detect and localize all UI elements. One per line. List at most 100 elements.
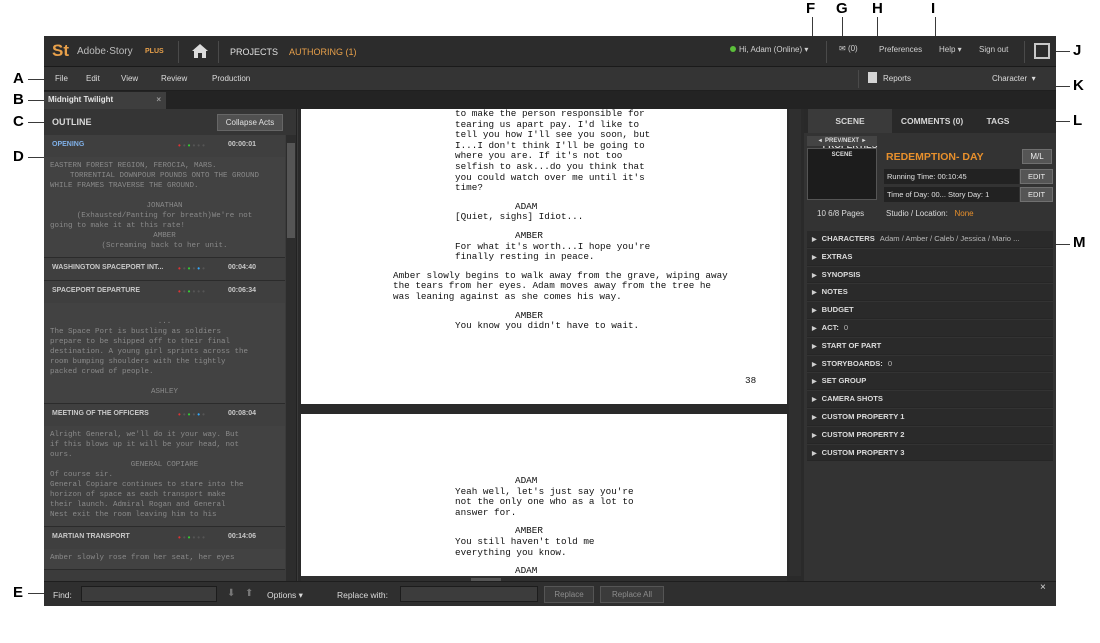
menu-view[interactable]: View — [121, 74, 138, 83]
expand-triangle-icon[interactable]: ▶ — [812, 379, 817, 385]
status-dot-icon: • — [202, 410, 207, 419]
element-type-dropdown[interactable]: Character ▾ — [992, 74, 1036, 83]
user-menu[interactable]: Hi, Adam (Online) ▾ — [730, 45, 808, 54]
close-icon[interactable]: × — [1040, 582, 1046, 593]
close-icon[interactable]: × — [156, 95, 161, 104]
find-previous-icon[interactable]: ⬆ — [245, 588, 253, 599]
scene-property-row[interactable]: ▶ CUSTOM PROPERTY 1 — [807, 408, 1053, 426]
sign-out-link[interactable]: Sign out — [979, 45, 1008, 54]
script-page[interactable]: ADAM Yeah well, let's just say you're not … — [301, 414, 787, 576]
scene-property-row[interactable]: ▶ EXTRAS — [807, 248, 1053, 266]
scene-property-row[interactable]: ▶ NOTES — [807, 284, 1053, 302]
mail-icon: ✉ — [839, 44, 846, 53]
preferences-link[interactable]: Preferences — [879, 45, 922, 54]
script-dialogue[interactable]: You know you didn't have to wait. — [455, 321, 685, 332]
menu-production[interactable]: Production — [212, 74, 250, 83]
projects-link[interactable]: PROJECTS — [230, 47, 278, 57]
outline-scene-duration: 00:00:01 — [228, 141, 257, 148]
expand-triangle-icon[interactable]: ▶ — [812, 255, 817, 261]
document-tab[interactable]: Midnight Twilight × — [44, 92, 166, 109]
scene-property-row[interactable]: ▶ SET GROUP — [807, 373, 1053, 391]
expand-triangle-icon[interactable]: ▶ — [812, 433, 817, 439]
fullscreen-icon[interactable] — [1034, 43, 1050, 59]
script-dialogue[interactable]: to make the person responsible for — [455, 109, 685, 120]
online-status-icon — [730, 46, 736, 52]
replace-all-button[interactable]: Replace All — [600, 586, 664, 603]
scene-thumbnail[interactable]: SCENE — [807, 148, 877, 200]
script-dialogue[interactable]: time? — [455, 183, 685, 194]
menu-edit[interactable]: Edit — [86, 74, 100, 83]
script-dialogue[interactable]: You still haven't told me — [455, 536, 685, 548]
expand-triangle-icon[interactable]: ▶ — [812, 290, 817, 296]
menu-review[interactable]: Review — [161, 74, 187, 83]
replace-button[interactable]: Replace — [544, 586, 594, 603]
outline-preview-line: ASHLEY — [150, 388, 178, 396]
expand-triangle-icon[interactable]: ▶ — [812, 397, 817, 403]
script-character[interactable]: ADAM — [515, 475, 537, 487]
script-dialogue[interactable]: you could watch over me until it's — [455, 172, 685, 184]
scene-property-row[interactable]: ▶ CAMERA SHOTS — [807, 391, 1053, 408]
tab-tags[interactable]: TAGS — [980, 109, 1016, 133]
ml-button[interactable]: M/L — [1022, 149, 1052, 164]
mail-button[interactable]: ✉ (0) — [839, 44, 858, 53]
expand-triangle-icon[interactable]: ▶ — [812, 273, 817, 279]
outline-scene-item[interactable]: MEETING OF THE OFFICERS •••••• 00:08:04 Alr… — [44, 404, 285, 527]
scene-property-row[interactable]: ▶ SYNOPSIS — [807, 266, 1053, 284]
find-next-icon[interactable]: ⬇ — [227, 588, 235, 599]
reports-button[interactable]: Reports — [868, 72, 911, 83]
scene-property-row[interactable]: ▶ CUSTOM PROPERTY 2 — [807, 426, 1053, 444]
expand-triangle-icon[interactable]: ▶ — [812, 415, 817, 421]
outline-preview-line: ours. — [50, 451, 73, 459]
outline-scene-item[interactable]: SPACEPORT DEPARTURE •••••• 00:06:34 ... The… — [44, 281, 285, 404]
expand-triangle-icon[interactable]: ▶ — [812, 344, 817, 350]
scene-property-row[interactable]: ▶ ACT: 0 — [807, 319, 1053, 337]
expand-triangle-icon[interactable]: ▶ — [812, 237, 817, 243]
collapse-acts-button[interactable]: Collapse Acts — [217, 114, 283, 131]
expand-triangle-icon[interactable]: ▶ — [812, 308, 817, 314]
authoring-link[interactable]: AUTHORING (1) — [289, 47, 357, 57]
outline-scene-item[interactable]: OPENING •••••• 00:00:01 EASTERN FOREST REGI… — [44, 135, 285, 258]
expand-triangle-icon[interactable]: ▶ — [812, 362, 817, 368]
outline-scene-header[interactable]: WASHINGTON SPACEPORT INT... •••••• 00:04:4… — [44, 258, 285, 280]
outline-scene-item[interactable]: WASHINGTON SPACEPORT INT... •••••• 00:04:4… — [44, 258, 285, 281]
script-dialogue[interactable]: [Quiet, sighs] Idiot... — [455, 212, 685, 223]
script-dialogue[interactable]: answer for. — [455, 507, 685, 519]
home-icon[interactable] — [190, 41, 210, 61]
options-dropdown[interactable]: Options ▾ — [267, 590, 303, 601]
scene-property-row[interactable]: ▶ BUDGET — [807, 302, 1053, 319]
help-menu[interactable]: Help ▾ — [939, 45, 962, 54]
script-character[interactable]: AMBER — [515, 230, 543, 242]
script-dialogue[interactable]: selfish to ask...do you think that — [455, 161, 685, 173]
find-input[interactable] — [81, 586, 217, 602]
script-scrollbar[interactable] — [789, 109, 801, 576]
scene-property-row[interactable]: ▶ CUSTOM PROPERTY 3 — [807, 444, 1053, 462]
tab-scene-properties[interactable]: SCENE PROPERTIES — [808, 109, 892, 150]
status-dot-icon: • — [202, 264, 207, 273]
outline-scrollbar[interactable] — [286, 135, 296, 583]
outline-scene-header[interactable]: MEETING OF THE OFFICERS •••••• 00:08:04 — [44, 404, 285, 426]
outline-scene-item[interactable]: MARTIAN TRANSPORT •••••• 00:14:06 Amber slo… — [44, 527, 285, 570]
script-dialogue[interactable]: finally resting in peace. — [455, 252, 685, 263]
expand-triangle-icon[interactable]: ▶ — [812, 451, 817, 457]
edit-running-time-button[interactable]: EDIT — [1020, 169, 1053, 184]
outline-scene-header[interactable]: OPENING •••••• 00:00:01 — [44, 135, 285, 157]
top-separator — [178, 41, 179, 63]
outline-scene-duration: 00:06:34 — [228, 287, 257, 294]
studio-value[interactable]: None — [955, 209, 974, 218]
script-dialogue[interactable]: everything you know. — [455, 547, 685, 559]
expand-triangle-icon[interactable]: ▶ — [812, 326, 817, 332]
tab-comments[interactable]: COMMENTS (0) — [894, 109, 970, 133]
outline-scene-header[interactable]: SPACEPORT DEPARTURE •••••• 00:06:34 — [44, 281, 285, 303]
replace-input[interactable] — [400, 586, 538, 602]
edit-time-of-day-button[interactable]: EDIT — [1020, 187, 1053, 202]
menu-file[interactable]: File — [55, 74, 68, 83]
script-editor[interactable]: 38 to make the person responsible for tea… — [298, 109, 804, 587]
scene-property-row[interactable]: ▶ CHARACTERS Adam / Amber / Caleb / Jessic… — [807, 231, 1053, 248]
outline-scene-header[interactable]: MARTIAN TRANSPORT •••••• 00:14:06 — [44, 527, 285, 549]
script-action[interactable]: was leaning against as she comes his way… — [393, 291, 773, 303]
script-page[interactable]: 38 to make the person responsible for tea… — [301, 109, 787, 404]
outline-scroll-thumb[interactable] — [287, 143, 295, 238]
scene-property-row[interactable]: ▶ START OF PART — [807, 337, 1053, 355]
scene-property-row[interactable]: ▶ STORYBOARDS: 0 — [807, 355, 1053, 373]
prev-next-control[interactable]: ◂ PREV/NEXT ▸ — [807, 136, 877, 146]
